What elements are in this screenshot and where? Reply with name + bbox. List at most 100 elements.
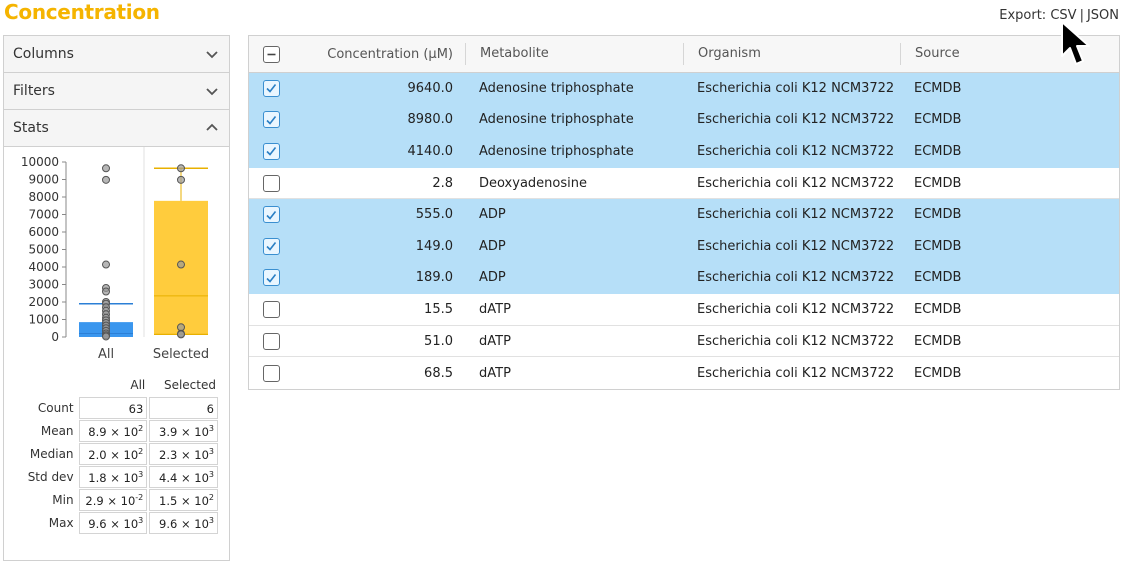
page-title: Concentration [4, 0, 160, 24]
point-all [102, 175, 110, 184]
row-select-cell [249, 237, 293, 255]
table-row[interactable]: 8980.0 Adenosine triphosphate Escherichia … [249, 104, 1119, 137]
point-selected [177, 175, 185, 184]
cell-source: ECMDB [914, 143, 962, 159]
stats-label: Max [48, 516, 74, 530]
checkmark-icon [266, 273, 277, 283]
header-metabolite[interactable]: Metabolite [465, 43, 683, 65]
header-organism[interactable]: Organism [683, 43, 900, 65]
stats-value-selected: 4.4 × 103 [149, 466, 218, 488]
row-checkbox[interactable] [262, 300, 280, 318]
cell-metabolite: Adenosine triphosphate [479, 112, 634, 128]
stats-value-all: 1.8 × 103 [78, 466, 148, 488]
row-select-cell [249, 79, 293, 97]
row-checkbox[interactable] [262, 174, 280, 192]
stats-value-selected: 2.3 × 103 [149, 443, 218, 465]
point-selected [177, 164, 185, 173]
select-all-checkbox[interactable] [262, 45, 280, 63]
filters-section-header[interactable]: Filters [4, 73, 229, 110]
cell-metabolite: Adenosine triphosphate [479, 80, 634, 96]
minus-icon [267, 53, 275, 55]
stats-value-selected: 1.5 × 102 [149, 489, 218, 511]
y-tick-label: 9000 [28, 173, 59, 187]
filters-section-label: Filters [13, 83, 55, 99]
cell-organism: Escherichia coli K12 NCM3722 [697, 207, 895, 223]
y-tick-label: 8000 [28, 190, 59, 204]
stats-section-header[interactable]: Stats [4, 110, 229, 147]
row-checkbox[interactable] [262, 332, 280, 350]
cell-source: ECMDB [914, 112, 962, 128]
stats-table: All Selected Count 63 6 Mean 8.9 × 102 3.9 × … [10, 373, 220, 535]
y-tick-label: 10000 [21, 155, 59, 169]
cell-organism: Escherichia coli K12 NCM3722 [697, 365, 895, 381]
cell-concentration: 149.0 [415, 238, 453, 254]
row-checkbox[interactable] [262, 79, 280, 97]
table-header: Concentration (µM) Metabolite Organism S… [249, 36, 1119, 73]
y-tick-label: 6000 [28, 225, 59, 239]
columns-section-header[interactable]: Columns [4, 36, 229, 73]
cell-source: ECMDB [914, 207, 962, 223]
cell-organism: Escherichia coli K12 NCM3722 [697, 175, 895, 191]
stats-row: Max 9.6 × 103 9.6 × 103 [12, 512, 218, 534]
cell-organism: Escherichia coli K12 NCM3722 [697, 270, 895, 286]
select-all-cell [249, 45, 293, 63]
row-checkbox[interactable] [262, 237, 280, 255]
row-checkbox[interactable] [262, 142, 280, 160]
chevron-down-icon [206, 51, 218, 59]
cell-concentration: 555.0 [415, 207, 453, 223]
stats-value-all: 9.6 × 103 [78, 512, 148, 534]
table-row[interactable]: 4140.0 Adenosine triphosphate Escherichia … [249, 136, 1119, 168]
cell-metabolite: dATP [479, 333, 511, 349]
point-all [102, 260, 110, 269]
table-row[interactable]: 51.0 dATP Escherichia coli K12 NCM3722 ECMD… [249, 326, 1119, 358]
row-checkbox[interactable] [262, 364, 280, 382]
stats-row: Median 2.0 × 102 2.3 × 103 [12, 443, 218, 465]
table-row[interactable]: 9640.0 Adenosine triphosphate Escherichia … [249, 73, 1119, 105]
cell-concentration: 8980.0 [407, 112, 454, 128]
table-row[interactable]: 555.0 ADP Escherichia coli K12 NCM3722 ECMD… [249, 199, 1119, 231]
point-all [102, 287, 110, 296]
checkmark-icon [266, 210, 277, 220]
table-row[interactable]: 15.5 dATP Escherichia coli K12 NCM3722 ECMD… [249, 294, 1119, 326]
cell-organism: Escherichia coli K12 NCM3722 [697, 301, 895, 317]
table-row[interactable]: 68.5 dATP Escherichia coli K12 NCM3722 ECMD… [249, 357, 1119, 389]
stats-row: Mean 8.9 × 102 3.9 × 103 [12, 420, 218, 442]
row-select-cell [249, 142, 293, 160]
cell-organism: Escherichia coli K12 NCM3722 [697, 333, 895, 349]
stats-value-selected: 9.6 × 103 [149, 512, 218, 534]
row-checkbox[interactable] [262, 206, 280, 224]
stats-row: Count 63 6 [12, 397, 218, 419]
columns-section-label: Columns [13, 46, 74, 62]
cell-source: ECMDB [914, 301, 962, 317]
cell-source: ECMDB [914, 238, 962, 254]
stats-label: Std dev [27, 470, 74, 484]
row-select-cell [249, 206, 293, 224]
table-row[interactable]: 2.8 Deoxyadenosine Escherichia coli K12 NC… [249, 168, 1119, 200]
stats-value-all: 2.9 × 10-2 [78, 489, 148, 511]
point-all [102, 332, 110, 341]
stats-col-all: All [130, 378, 146, 392]
cell-source: ECMDB [914, 333, 962, 349]
point-selected [177, 330, 185, 339]
cell-organism: Escherichia coli K12 NCM3722 [697, 80, 895, 96]
stats-value-all: 2.0 × 102 [78, 443, 148, 465]
row-checkbox[interactable] [262, 111, 280, 129]
table-row[interactable]: 189.0 ADP Escherichia coli K12 NCM3722 ECMD… [249, 262, 1119, 295]
cell-concentration: 9640.0 [407, 80, 454, 96]
stats-section-label: Stats [13, 120, 49, 136]
stats-value-selected: 6 [149, 397, 218, 419]
category-label: All [98, 347, 114, 362]
header-concentration[interactable]: Concentration (µM) [293, 47, 465, 62]
table-row[interactable]: 149.0 ADP Escherichia coli K12 NCM3722 ECMD… [249, 230, 1119, 263]
cell-metabolite: Adenosine triphosphate [479, 143, 634, 159]
row-checkbox[interactable] [262, 269, 280, 287]
stats-row: Std dev 1.8 × 103 4.4 × 103 [12, 466, 218, 488]
stats-boxplot: 0 1000 2000 3000 4000 5000 6000 7000 8000 9000 100… [21, 147, 209, 362]
chevron-down-icon [206, 88, 218, 96]
checkmark-icon [266, 242, 277, 251]
row-select-cell [249, 332, 293, 350]
cell-organism: Escherichia coli K12 NCM3722 [697, 112, 895, 128]
stats-label: Mean [40, 424, 74, 438]
cell-metabolite: ADP [479, 207, 506, 223]
mouse-cursor-icon [1061, 21, 1090, 65]
